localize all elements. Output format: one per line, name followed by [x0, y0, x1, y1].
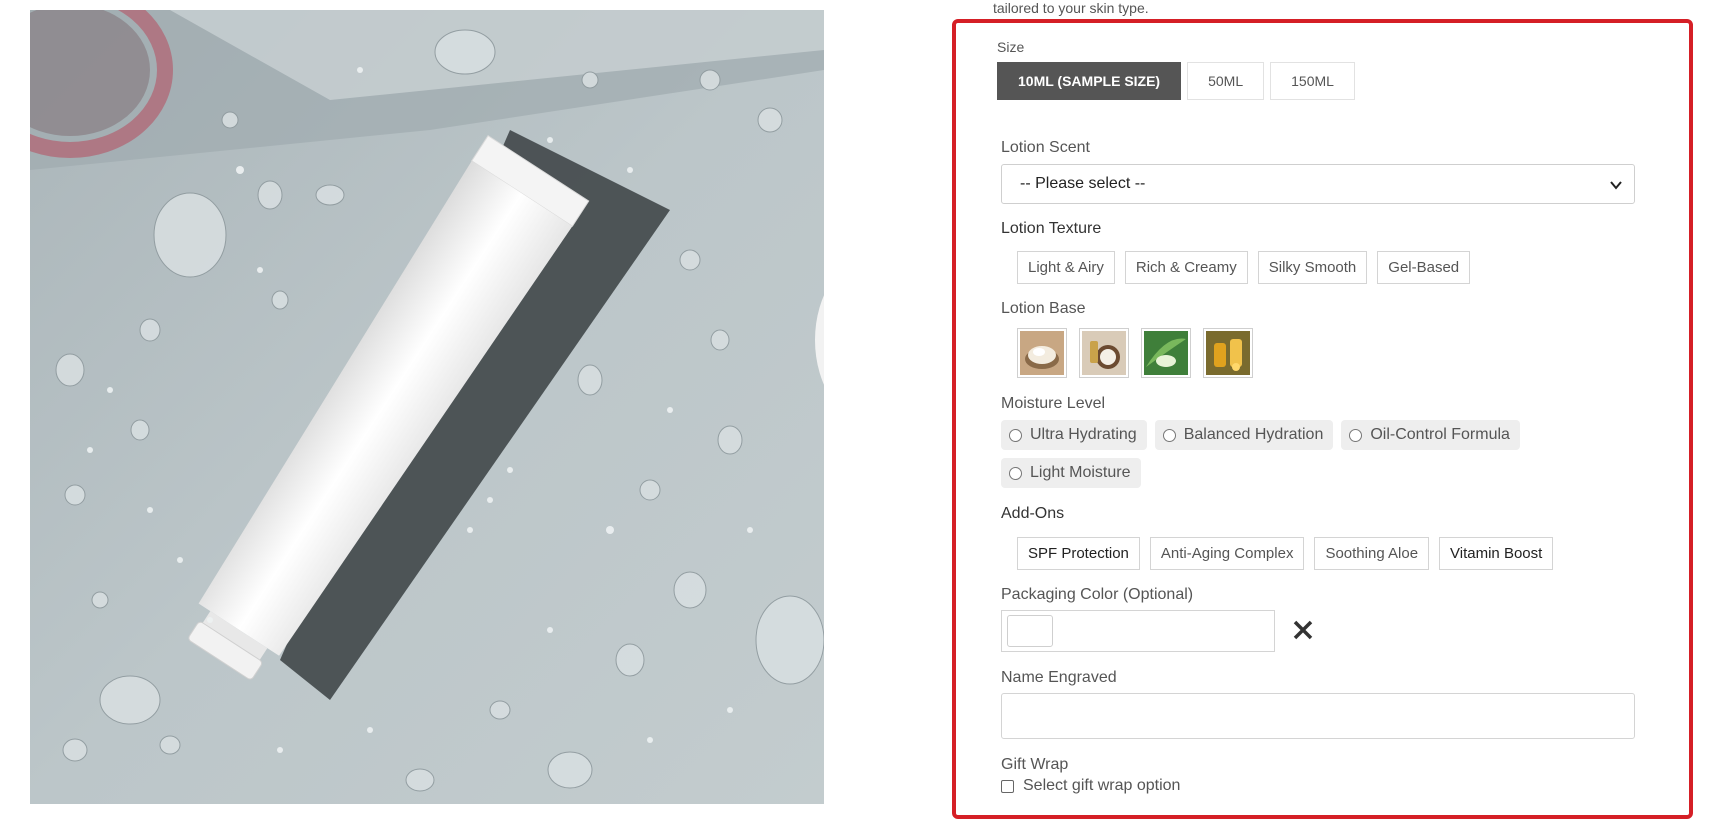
checkbox-icon: [1001, 779, 1014, 793]
aloe-vera-icon: [1144, 331, 1188, 375]
size-label: Size: [997, 39, 1025, 55]
size-option-10ml[interactable]: 10ML (SAMPLE SIZE): [997, 62, 1182, 100]
addon-option-soothing-aloe[interactable]: Soothing Aloe: [1314, 537, 1430, 570]
addons-options: SPF Protection Anti-Aging Complex Soothi…: [1017, 537, 1554, 570]
texture-option-silky-smooth[interactable]: Silky Smooth: [1257, 251, 1368, 284]
engraving-input[interactable]: [1001, 693, 1635, 739]
color-picker-swatch[interactable]: [1007, 615, 1053, 647]
moisture-option-ultra-hydrating[interactable]: Ultra Hydrating: [1001, 420, 1147, 450]
product-options-panel: Size 10ML (SAMPLE SIZE) 50ML 150ML Lotio…: [952, 19, 1693, 819]
moisture-options-row-2: Light Moisture: [1001, 458, 1141, 488]
lotion-tube-photo: [30, 10, 824, 804]
base-option-coconut[interactable]: [1079, 328, 1129, 378]
packaging-color-label: Packaging Color (Optional): [1001, 586, 1194, 603]
moisture-option-light-moisture[interactable]: Light Moisture: [1001, 458, 1141, 488]
radio-icon: [1009, 428, 1022, 442]
size-selector: 10ML (SAMPLE SIZE) 50ML 150ML: [997, 62, 1355, 100]
coconut-icon: [1082, 331, 1126, 375]
base-label: Lotion Base: [1001, 300, 1086, 317]
texture-option-light-airy[interactable]: Light & Airy: [1017, 251, 1115, 284]
texture-option-rich-creamy[interactable]: Rich & Creamy: [1124, 251, 1248, 284]
texture-label: Lotion Texture: [1001, 220, 1102, 237]
engraving-label: Name Engraved: [1001, 669, 1117, 686]
base-option-aloe-vera[interactable]: [1141, 328, 1191, 378]
addon-option-anti-aging[interactable]: Anti-Aging Complex: [1149, 537, 1305, 570]
base-option-shea-butter[interactable]: [1017, 328, 1067, 378]
radio-icon: [1349, 428, 1363, 442]
size-option-50ml[interactable]: 50ML: [1187, 62, 1265, 100]
product-image: [30, 10, 824, 804]
texture-option-gel-based[interactable]: Gel-Based: [1377, 251, 1471, 284]
moisture-option-oil-control[interactable]: Oil-Control Formula: [1341, 420, 1520, 450]
clear-color-icon[interactable]: [1290, 617, 1316, 643]
addon-option-vitamin-boost[interactable]: Vitamin Boost: [1439, 537, 1554, 570]
product-description-tail: tailored to your skin type.: [993, 0, 1149, 16]
moisture-label: Moisture Level: [1001, 395, 1106, 412]
texture-options: Light & Airy Rich & Creamy Silky Smooth …: [1017, 251, 1471, 284]
moisture-options-row-1: Ultra Hydrating Balanced Hydration Oil-C…: [1001, 420, 1520, 450]
moisture-option-label: Ultra Hydrating: [1030, 426, 1137, 443]
moisture-option-label: Light Moisture: [1030, 464, 1131, 481]
gift-wrap-label: Gift Wrap: [1001, 756, 1069, 773]
scent-select-value: -- Please select --: [1020, 175, 1146, 192]
gift-wrap-checkbox[interactable]: Select gift wrap option: [1001, 777, 1180, 795]
moisture-option-label: Oil-Control Formula: [1370, 426, 1510, 443]
base-options: [1017, 328, 1253, 378]
oil-blend-icon: [1206, 331, 1250, 375]
shea-butter-icon: [1020, 331, 1064, 375]
moisture-option-label: Balanced Hydration: [1183, 426, 1324, 443]
size-option-150ml[interactable]: 150ML: [1270, 62, 1355, 100]
moisture-option-balanced-hydration[interactable]: Balanced Hydration: [1154, 420, 1334, 450]
radio-icon: [1009, 466, 1022, 480]
gift-wrap-option-label: Select gift wrap option: [1023, 777, 1181, 794]
chevron-down-icon: [1610, 181, 1622, 190]
radio-icon: [1162, 428, 1176, 442]
scent-label: Lotion Scent: [1001, 139, 1090, 156]
base-option-oil-blend[interactable]: [1203, 328, 1253, 378]
addons-label: Add-Ons: [1001, 505, 1065, 522]
addon-option-spf[interactable]: SPF Protection: [1017, 537, 1140, 570]
packaging-color-field: [1001, 610, 1275, 652]
scent-select[interactable]: -- Please select --: [1001, 164, 1635, 204]
